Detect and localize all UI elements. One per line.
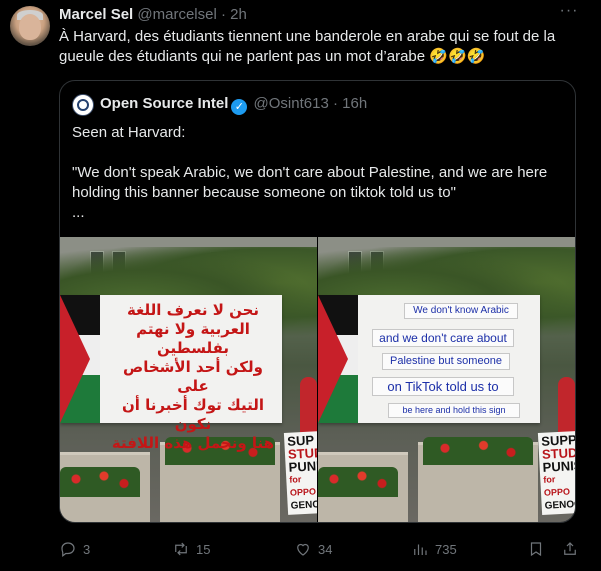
repost-count: 15	[196, 541, 211, 557]
views-count: 735	[435, 541, 457, 557]
more-icon[interactable]: ···	[559, 3, 579, 24]
repost-icon	[175, 542, 187, 556]
flowers	[60, 467, 140, 497]
bookmark-button[interactable]	[527, 538, 545, 560]
arabic-banner-text: نحن لا نعرف اللغة العربية ولا نهتم بفلسط…	[111, 301, 275, 452]
reply-button[interactable]: 3	[59, 538, 90, 560]
banner-line-5: be here and hold this sign	[388, 403, 520, 418]
banner-line-1: We don't know Arabic	[404, 303, 518, 319]
bookmark-icon	[530, 542, 542, 557]
quoted-separator: ·	[332, 95, 338, 112]
quoted-tweet[interactable]: Open Source Intel ✓ @Osint613 · 16h Seen …	[59, 80, 576, 523]
like-count: 34	[318, 541, 333, 557]
views-icon	[414, 544, 427, 555]
quoted-line-2: "We don't speak Arabic, we don't care ab…	[72, 164, 548, 201]
tweet-text: À Harvard, des étudiants tiennent une ba…	[59, 28, 556, 65]
protest-sign: SUP STUDE PUNISH for OPPO GENOC	[283, 431, 317, 515]
banner-line-2: and we don't care about	[372, 329, 514, 347]
quoted-time[interactable]: 16h	[342, 95, 367, 112]
views-button[interactable]: 735	[411, 538, 457, 560]
author-name[interactable]: Marcel Sel	[59, 6, 133, 23]
flowers	[423, 437, 533, 465]
verified-icon: ✓	[231, 99, 248, 115]
share-icon	[564, 542, 576, 555]
quoted-avatar[interactable]	[72, 94, 94, 116]
banner-line-3: Palestine but someone	[382, 353, 510, 370]
photo-arabic-banner[interactable]: نحن لا نعرف اللغة العربية ولا نهتم بفلسط…	[60, 237, 317, 522]
avatar[interactable]	[10, 6, 50, 46]
quoted-text: Seen at Harvard: "We don't speak Arabic,…	[72, 123, 567, 223]
tweet[interactable]: Marcel Sel @marcelsel · 2h ··· À Harvard…	[0, 0, 601, 571]
like-button[interactable]: 34	[294, 538, 332, 560]
quoted-author-name[interactable]: Open Source Intel	[100, 95, 228, 112]
banner-line-4: on TikTok told us to	[372, 377, 514, 396]
repost-button[interactable]: 15	[172, 538, 210, 560]
header-separator: ·	[220, 6, 226, 23]
quoted-author-handle[interactable]: @Osint613	[254, 95, 329, 112]
flowers	[318, 467, 398, 497]
person	[558, 377, 575, 437]
tweet-time[interactable]: 2h	[230, 6, 247, 23]
quoted-line-3: ...	[72, 204, 85, 221]
action-bar: 3 15 34 735	[59, 538, 579, 560]
protest-sign: SUPP STUDE PUNISH for OPPO GENOC	[537, 431, 575, 515]
reply-icon	[61, 542, 75, 557]
tweet-header: Marcel Sel @marcelsel · 2h	[59, 5, 561, 25]
photo-english-banner[interactable]: We don't know Arabic and we don't care a…	[318, 237, 575, 522]
avatar-face	[19, 14, 41, 40]
arabic-banner: نحن لا نعرف اللغة العربية ولا نهتم بفلسط…	[60, 295, 282, 452]
english-banner: We don't know Arabic and we don't care a…	[318, 295, 540, 423]
quoted-header: Open Source Intel ✓ @Osint613 · 16h	[100, 94, 367, 115]
person	[300, 377, 317, 437]
quoted-line-1: Seen at Harvard:	[72, 124, 186, 141]
media-grid[interactable]: نحن لا نعرف اللغة العربية ولا نهتم بفلسط…	[60, 237, 575, 522]
author-handle[interactable]: @marcelsel	[137, 6, 216, 23]
reply-count: 3	[83, 541, 91, 557]
share-button[interactable]	[561, 538, 579, 560]
like-icon	[297, 543, 309, 556]
